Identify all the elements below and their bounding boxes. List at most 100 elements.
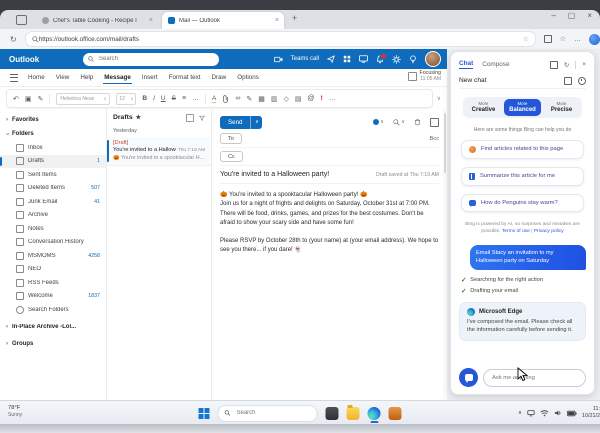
mention-icon[interactable]: @ — [308, 95, 315, 102]
collapse-ribbon-icon[interactable]: ∨ — [437, 95, 441, 102]
paste-icon[interactable]: ▣ — [25, 95, 32, 103]
ribbon-overflow-icon[interactable]: … — [329, 95, 336, 102]
notifications-bell-icon[interactable] — [376, 52, 387, 64]
cc-button[interactable]: Cc — [220, 151, 243, 162]
privacy-link[interactable]: Privacy policy — [534, 229, 564, 234]
font-name-select[interactable]: Helvetica Neue ∨ — [56, 92, 111, 105]
history-icon[interactable] — [578, 76, 586, 85]
filter-icon[interactable] — [199, 115, 205, 121]
tips-lightbulb-icon[interactable] — [409, 55, 417, 64]
inplace-archive-section[interactable]: › In-Place Archive -Lol... — [0, 320, 106, 334]
folders-section[interactable]: › Folders — [0, 127, 106, 141]
focus-time-widget[interactable]: Focusing 11:05 AM — [407, 70, 441, 82]
folder-item-conversation-history[interactable]: Conversation History — [0, 236, 106, 250]
taskbar-search[interactable] — [217, 404, 318, 422]
bcc-button[interactable]: Bcc — [430, 136, 439, 142]
menu-insert[interactable]: Insert — [141, 72, 159, 83]
battery-icon[interactable] — [567, 410, 577, 417]
menu-help[interactable]: Help — [79, 72, 94, 83]
new-chat-label[interactable]: New chat — [459, 77, 487, 84]
select-all-icon[interactable] — [186, 113, 194, 122]
open-in-new-window-icon[interactable] — [430, 117, 439, 127]
tab-compose[interactable]: Compose — [482, 61, 509, 68]
favorites-icon[interactable]: ☆ — [560, 35, 566, 43]
terms-link[interactable]: Terms of use — [502, 229, 530, 234]
wifi-icon[interactable] — [540, 409, 549, 417]
format-painter-icon[interactable]: ✎ — [38, 95, 44, 103]
edge-browser-icon[interactable] — [367, 406, 381, 423]
weather-widget[interactable]: 78°F Sunny — [8, 405, 22, 418]
chat-input[interactable] — [483, 368, 586, 387]
send-message-icon[interactable] — [327, 55, 335, 63]
close-tab-icon[interactable]: × — [144, 17, 158, 24]
suggestion-penguins[interactable]: How do Penguins stay warm? — [461, 193, 584, 212]
refresh-icon[interactable]: ↻ — [564, 61, 569, 69]
folder-item-junk[interactable]: Junk Email 41 — [0, 195, 106, 209]
insert-shape-icon[interactable]: ◇ — [284, 95, 289, 103]
open-in-window-icon[interactable] — [549, 60, 558, 69]
send-options-icon[interactable]: ∨ — [251, 119, 262, 125]
url-field[interactable]: https://outlook.office.com/mail/drafts ☆ — [24, 31, 536, 47]
tab-actions-icon[interactable] — [16, 15, 27, 25]
strikethrough-button[interactable]: S — [172, 95, 176, 102]
send-button[interactable]: Send ∨ — [220, 115, 263, 129]
email-body[interactable]: 🎃 You're invited to a spooktacular Hallo… — [220, 184, 439, 256]
importance-icon[interactable]: ! — [321, 95, 323, 102]
apps-icon[interactable] — [343, 55, 351, 63]
insert-document-icon[interactable]: ▤ — [295, 95, 302, 103]
favorites-section[interactable]: › Favorites — [0, 113, 106, 127]
attach-file-icon[interactable] — [222, 94, 229, 103]
maximize-button[interactable]: ▢ — [568, 11, 576, 20]
tab-chefs-table[interactable]: Chef's Table Cooking - Recipe I × — [36, 13, 158, 28]
folder-item-msmoms[interactable]: MSMOMS 4258 — [0, 249, 106, 263]
insert-table-icon[interactable]: ▦ — [258, 95, 265, 103]
menu-home[interactable]: Home — [27, 72, 46, 83]
list-format-icon[interactable]: ≡ — [182, 95, 186, 102]
folder-item-rss[interactable]: RSS Feeds — [0, 276, 106, 290]
tab-mail-outlook[interactable]: Mail — Outlook × — [162, 12, 284, 29]
signature-pen-icon[interactable]: ✎ — [246, 95, 252, 103]
insert-chart-icon[interactable]: ▥ — [271, 95, 278, 103]
bing-chat-button[interactable] — [459, 368, 478, 387]
folder-item-welcome[interactable]: Welcome 1837 — [0, 290, 106, 304]
hamburger-menu-icon[interactable] — [10, 73, 18, 82]
suggestion-summarize[interactable]: Summarize this article for me — [461, 166, 584, 186]
tone-creative[interactable]: More Creative — [465, 99, 502, 116]
to-button[interactable]: To — [220, 133, 242, 144]
more-formatting-icon[interactable]: … — [192, 95, 199, 102]
menu-format-text[interactable]: Format text — [168, 72, 202, 83]
editor-icon[interactable]: ∨ — [372, 119, 384, 125]
menu-view[interactable]: View — [55, 72, 71, 83]
video-camera-icon[interactable] — [273, 56, 283, 63]
folder-item-sent[interactable]: Sent Items — [0, 168, 106, 182]
groups-section[interactable]: › Groups — [0, 337, 106, 351]
folder-item-neo[interactable]: NEO — [0, 263, 106, 277]
split-screen-icon[interactable] — [543, 35, 552, 43]
folder-item-search-folders[interactable]: Search Folders — [0, 303, 106, 317]
draft-list-item[interactable]: [Draft] You're invited to a Halloween pa… — [107, 137, 211, 166]
menu-draw[interactable]: Draw — [211, 72, 228, 83]
teams-call-button[interactable]: Teams call — [291, 56, 319, 62]
folder-item-archive[interactable]: Archive — [0, 209, 106, 223]
share-screen-icon[interactable] — [359, 55, 368, 63]
tab-chat[interactable]: Chat — [459, 60, 474, 69]
tone-precise[interactable]: More Precise — [543, 99, 580, 116]
task-view-icon[interactable] — [325, 406, 339, 420]
undo-icon[interactable]: ↶ — [13, 95, 19, 103]
menu-message[interactable]: Message — [103, 72, 132, 84]
outlook-search-input[interactable] — [97, 55, 201, 63]
tone-balanced[interactable]: More Balanced — [504, 99, 541, 116]
reload-icon[interactable]: ↻ — [10, 35, 17, 44]
zoom-icon[interactable]: ∨ — [393, 118, 405, 126]
chat-list-icon[interactable] — [564, 76, 572, 85]
tray-chevron-icon[interactable]: ∧ — [518, 410, 522, 416]
bookmark-star-icon[interactable]: ☆ — [522, 35, 528, 43]
subject-row[interactable]: You're invited to a Halloween party! Dra… — [220, 166, 439, 184]
folder-item-inbox[interactable]: Inbox — [0, 141, 106, 155]
close-window-button[interactable]: × — [587, 11, 592, 20]
outlook-search-box[interactable] — [83, 52, 219, 66]
folder-item-notes[interactable]: Notes — [0, 222, 106, 236]
discard-trash-icon[interactable] — [414, 118, 421, 126]
close-panel-icon[interactable]: × — [582, 61, 586, 68]
user-avatar[interactable] — [425, 51, 441, 67]
